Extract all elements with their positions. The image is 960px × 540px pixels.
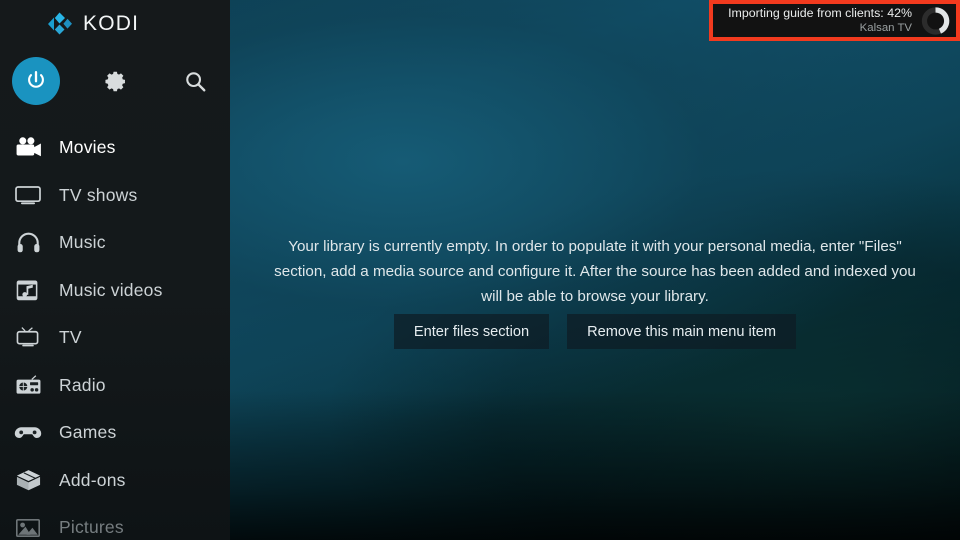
sidebar-item-label: Music [59,232,106,253]
progress-spinner-icon [920,5,951,36]
tv-antenna-icon [10,323,46,353]
notification-panel[interactable]: Importing guide from clients: 42% Kalsan… [713,4,956,37]
notification-highlight: Importing guide from clients: 42% Kalsan… [709,0,960,41]
quick-action-bar [0,57,230,105]
kodi-logo-icon [44,10,74,38]
sidebar-item-pictures[interactable]: Pictures [0,504,230,540]
kodi-home-screen: KODI Movies TV shows Music Music videos … [0,0,960,540]
notification-title: Importing guide from clients: 42% [728,6,912,20]
sidebar-item-label: Add-ons [59,469,126,490]
empty-library-actions: Enter files section Remove this main men… [230,314,960,349]
sidebar-item-label: Movies [59,137,116,158]
sidebar-item-label: Radio [59,374,106,395]
sidebar-item-label: Games [59,422,117,443]
sidebar-item-label: Music videos [59,279,163,300]
sidebar-item-label: TV [59,327,82,348]
sidebar-item-games[interactable]: Games [0,409,230,457]
sidebar-item-tv-shows[interactable]: TV shows [0,172,230,220]
remove-main-menu-item-button[interactable]: Remove this main menu item [567,314,797,349]
sidebar-item-radio[interactable]: Radio [0,362,230,410]
sidebar-item-label: TV shows [59,184,138,205]
power-icon [28,71,44,88]
movie-camera-icon [10,133,46,163]
gear-icon [104,71,125,91]
music-video-icon [10,275,46,305]
addon-box-icon [10,465,46,495]
sidebar-item-tv[interactable]: TV [0,314,230,362]
enter-files-section-button[interactable]: Enter files section [393,314,550,349]
main-content: Your library is currently empty. In orde… [230,0,960,540]
gamepad-icon [10,418,46,448]
power-button[interactable] [12,57,60,105]
sidebar-item-movies[interactable]: Movies [0,124,230,172]
empty-library-message: Your library is currently empty. In orde… [274,238,916,305]
pictures-icon [10,513,46,540]
settings-button[interactable] [92,57,140,105]
search-button[interactable] [171,57,219,105]
sidebar: KODI Movies TV shows Music Music videos … [0,0,230,540]
sidebar-item-label: Pictures [59,517,124,538]
notification-subtitle: Kalsan TV [859,22,912,34]
brand-title: KODI [83,12,140,35]
main-menu: Movies TV shows Music Music videos TV Ra… [0,124,230,540]
notification-texts: Importing guide from clients: 42% Kalsan… [719,6,912,35]
television-icon [10,180,46,210]
sidebar-item-music[interactable]: Music [0,219,230,267]
search-icon [185,71,205,91]
radio-icon [10,370,46,400]
brand: KODI [44,10,139,38]
sidebar-item-music-videos[interactable]: Music videos [0,267,230,315]
sidebar-item-add-ons[interactable]: Add-ons [0,457,230,505]
headphones-icon [10,228,46,258]
